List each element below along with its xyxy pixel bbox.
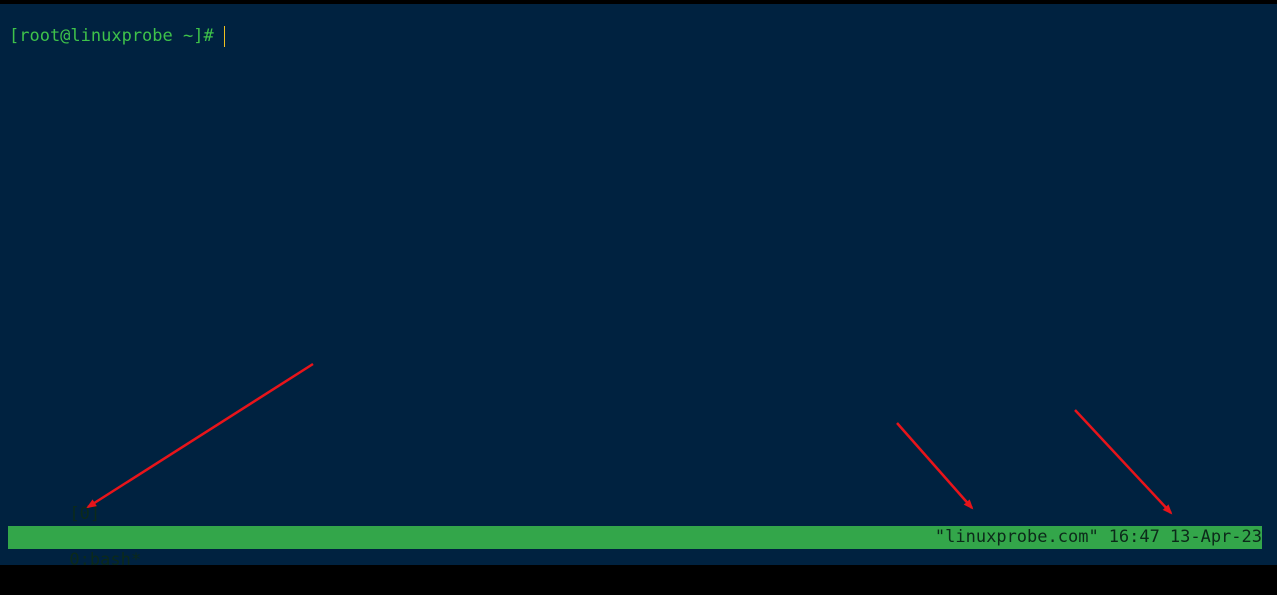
status-date: 13-Apr-23 xyxy=(1169,527,1262,547)
command-line[interactable]: [root@linuxprobe ~]# xyxy=(9,25,225,47)
shell-prompt: [root@linuxprobe ~]# xyxy=(9,26,214,46)
terminal-window[interactable]: [root@linuxprobe ~]# [0] 0:bash* "linuxp… xyxy=(0,4,1277,570)
status-right: "linuxprobe.com" 16:47 13-Apr-23 xyxy=(935,526,1262,549)
tmux-status-bar: [0] 0:bash* "linuxprobe.com" 16:47 13-Ap… xyxy=(8,504,1262,570)
status-left: [0] 0:bash* xyxy=(8,480,141,595)
host-title: "linuxprobe.com" xyxy=(934,527,1099,547)
window-list-item[interactable]: 0:bash* xyxy=(69,550,141,570)
status-time: 16:47 xyxy=(1108,527,1160,547)
text-cursor xyxy=(223,25,225,47)
session-name: [0] xyxy=(69,504,101,524)
